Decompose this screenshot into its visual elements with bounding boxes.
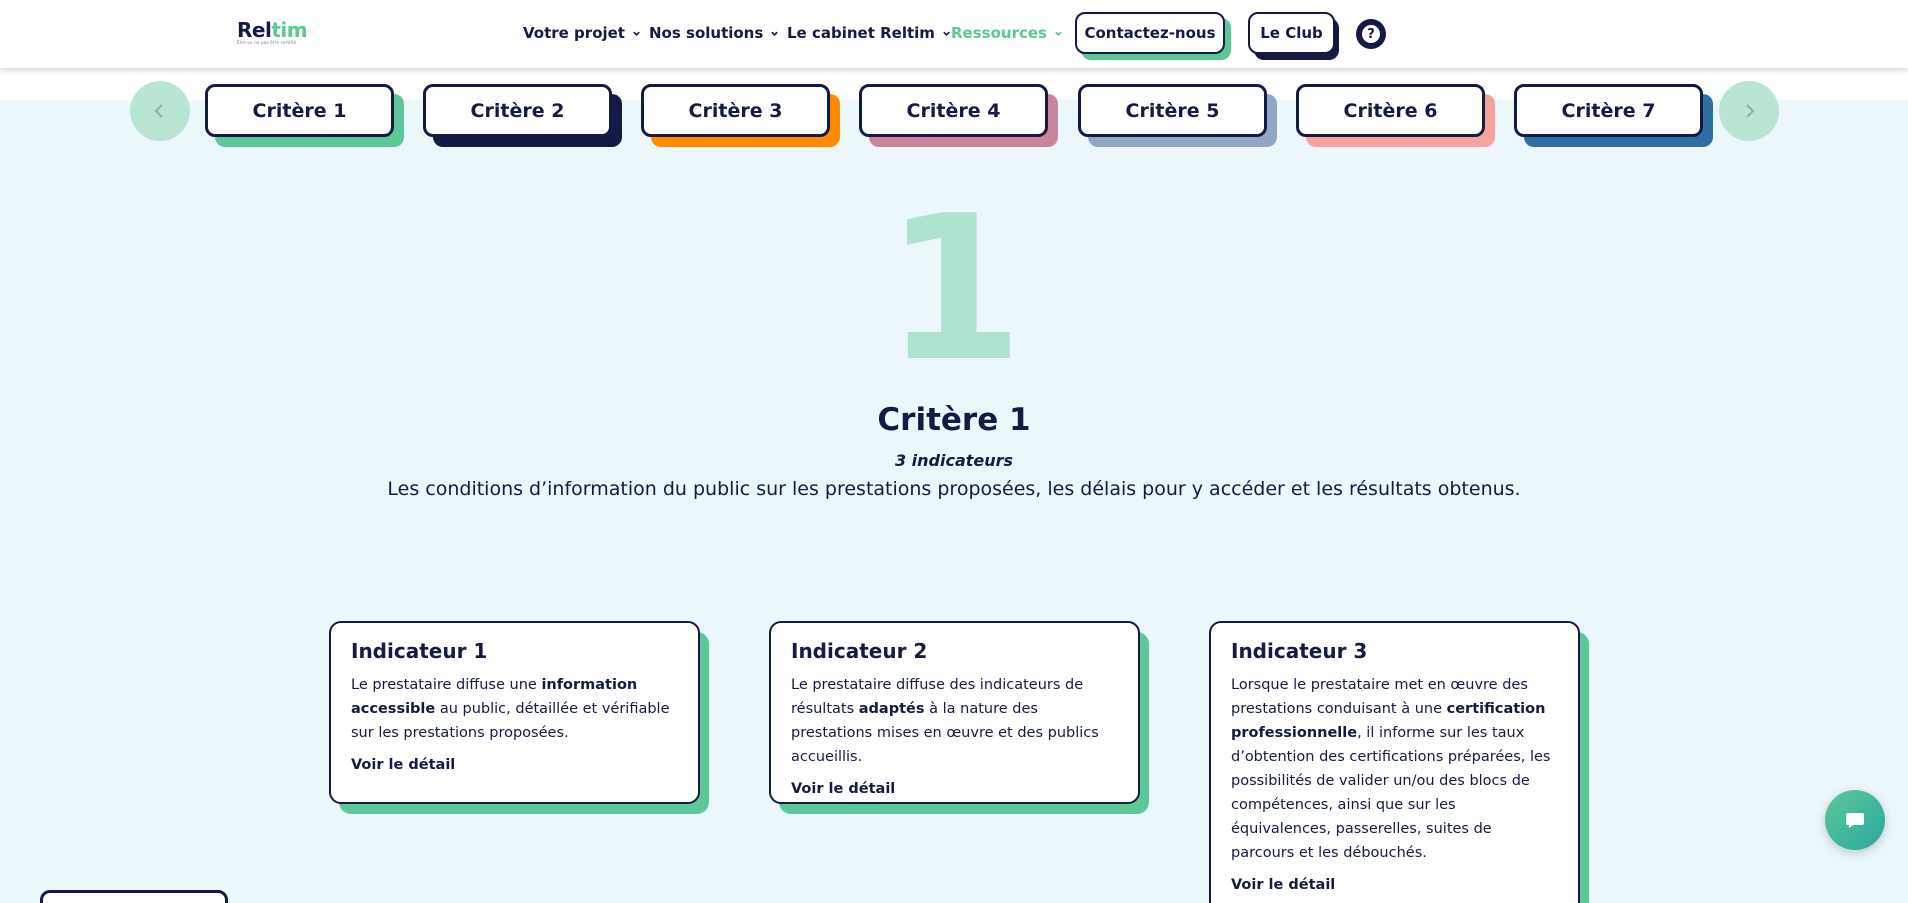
chevron-down-icon <box>771 31 779 36</box>
site-header: Reltim Être ou ne pas être certifié Votr… <box>0 0 1908 68</box>
criterion-description: Les conditions d’information du public s… <box>387 478 1521 500</box>
logo-word-part1: Rel <box>237 18 272 42</box>
chat-button[interactable] <box>1825 790 1885 850</box>
card-title: Indicateur 3 <box>1231 639 1368 663</box>
card-text: Le prestataire diffuse une information a… <box>351 677 670 741</box>
tab-label: Critère 1 <box>252 99 347 122</box>
card-detail-link[interactable]: Voir le détail <box>1231 877 1558 893</box>
chat-bubble-icon <box>1846 813 1864 828</box>
tab-critere-4[interactable]: Critère 4 <box>859 84 1048 137</box>
chevron-left-icon <box>154 104 163 118</box>
logo-word-part2: tim <box>271 18 308 42</box>
tab-label: Critère 6 <box>1343 99 1438 122</box>
carousel-next-button[interactable] <box>1719 81 1779 141</box>
nav-item-votre-projet[interactable]: Votre projet <box>523 24 641 42</box>
contact-button-label: Contactez-nous <box>1084 24 1216 42</box>
indicator-card-1: Indicateur 1 Le prestataire diffuse une … <box>329 621 700 804</box>
tab-critere-5[interactable]: Critère 5 <box>1078 84 1267 137</box>
tab-critere-2[interactable]: Critère 2 <box>423 84 612 137</box>
chevron-down-icon <box>943 31 950 36</box>
card-title: Indicateur 1 <box>351 639 488 663</box>
nav-item-le-cabinet[interactable]: Le cabinet Reltim <box>787 24 951 42</box>
card-title: Indicateur 2 <box>791 639 928 663</box>
tab-label: Critère 5 <box>1125 99 1220 122</box>
indicator-card-2: Indicateur 2 Le prestataire diffuse des … <box>769 621 1140 804</box>
card-detail-link[interactable]: Voir le détail <box>351 757 678 773</box>
nav-item-nos-solutions[interactable]: Nos solutions <box>649 24 779 42</box>
indicator-card-3: Indicateur 3 Lorsque le prestataire met … <box>1209 621 1580 903</box>
tab-critere-3[interactable]: Critère 3 <box>641 84 830 137</box>
nav-label: Ressources <box>951 24 1047 42</box>
card-detail-link[interactable]: Voir le détail <box>791 781 1118 797</box>
nav-item-ressources[interactable]: Ressources <box>951 24 1063 42</box>
tab-label: Critère 4 <box>906 99 1001 122</box>
floating-widget-partial[interactable] <box>40 890 228 903</box>
tab-label: Critère 3 <box>688 99 783 122</box>
criterion-title: Critère 1 <box>877 402 1031 438</box>
tab-critere-7[interactable]: Critère 7 <box>1514 84 1703 137</box>
club-button-label: Le Club <box>1260 24 1323 42</box>
card-text: Lorsque le prestataire met en œuvre des … <box>1231 677 1551 861</box>
question-icon: ? <box>1362 25 1380 43</box>
nav-label: Le cabinet Reltim <box>787 24 935 42</box>
chevron-down-icon <box>1055 31 1062 36</box>
help-button[interactable]: ? <box>1356 19 1386 49</box>
chevron-right-icon <box>1746 104 1755 118</box>
reltim-logo[interactable]: Reltim Être ou ne pas être certifié <box>237 18 308 48</box>
nav-label: Votre projet <box>523 24 625 42</box>
tab-critere-6[interactable]: Critère 6 <box>1296 84 1485 137</box>
chevron-down-icon <box>633 31 640 36</box>
club-button[interactable]: Le Club <box>1248 12 1335 54</box>
carousel-prev-button[interactable] <box>130 81 190 141</box>
criterion-big-number: 1 <box>884 173 1024 406</box>
tab-critere-1[interactable]: Critère 1 <box>205 84 394 137</box>
tab-label: Critère 7 <box>1561 99 1656 122</box>
contact-button[interactable]: Contactez-nous <box>1075 12 1225 54</box>
nav-label: Nos solutions <box>649 24 764 42</box>
tab-label: Critère 2 <box>470 99 565 122</box>
card-text: Le prestataire diffuse des indicateurs d… <box>791 677 1099 765</box>
indicator-count: 3 indicateurs <box>894 451 1014 470</box>
